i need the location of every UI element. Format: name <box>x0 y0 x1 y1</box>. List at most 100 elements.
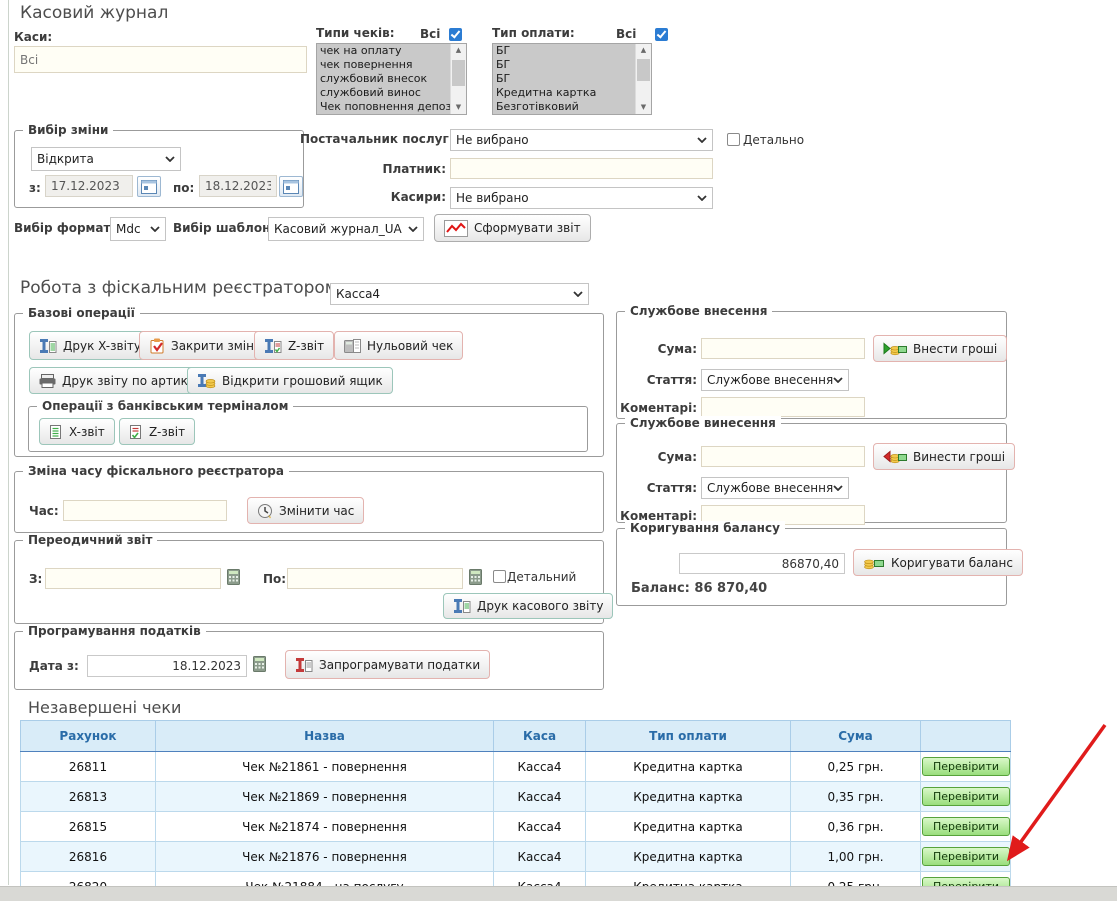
balance-amount-input[interactable] <box>679 553 845 574</box>
payment-type-option[interactable]: БГ <box>493 72 635 86</box>
shift-state-select[interactable]: Відкрита <box>31 147 181 171</box>
open-cash-drawer-button[interactable]: Відкрити грошовий ящик <box>187 367 393 394</box>
basic-operations-fieldset: Базові операції Друк X-звіту Закрити змі… <box>14 313 604 457</box>
scroll-thumb[interactable] <box>452 60 465 86</box>
zero-check-button[interactable]: Нульовий чек <box>334 331 463 360</box>
scroll-thumb[interactable] <box>637 59 650 81</box>
time-input[interactable] <box>63 500 227 521</box>
cash-in-sum-label: Сума: <box>619 342 697 356</box>
verify-button[interactable]: Перевірити <box>922 817 1010 836</box>
check-type-option[interactable]: чек повернення <box>317 58 450 72</box>
z-report-button[interactable]: Z-звіт <box>254 331 334 360</box>
check-types-scrollbar[interactable]: ▲ ▼ <box>450 44 466 114</box>
cash-in-comment-label: Коментарі: <box>619 401 697 415</box>
tax-date-label: Дата з: <box>29 659 79 673</box>
shift-to-calendar-button[interactable] <box>279 176 303 197</box>
tax-date-input[interactable] <box>87 655 247 677</box>
cash-in-article-select[interactable]: Службове внесення <box>701 369 849 391</box>
check-types-listbox[interactable]: чек на оплатучек поверненняслужбовий вне… <box>316 43 467 115</box>
periodic-to-picker-button[interactable] <box>469 569 482 589</box>
time-label: Час: <box>29 504 59 518</box>
scroll-down-icon[interactable]: ▼ <box>451 101 466 114</box>
pending-checks-header-row: РахунокНазваКасаТип оплатиСума <box>21 721 1011 752</box>
chevron-down-icon <box>697 195 707 201</box>
close-shift-button[interactable]: Закрити зміну <box>139 331 271 360</box>
payment-type-option[interactable]: Кредитна картка <box>493 86 635 100</box>
cell-action: Перевірити <box>921 782 1011 812</box>
cash-out-button[interactable]: Винести гроші <box>873 443 1015 470</box>
cash-out-sum-input[interactable] <box>701 446 865 467</box>
check-type-option[interactable]: Чек поповнення депозит <box>317 100 450 114</box>
check-type-option[interactable]: чек на оплату <box>317 44 450 58</box>
cell-name: Чек №21876 - повернення <box>156 842 494 872</box>
verify-button[interactable]: Перевірити <box>922 847 1010 866</box>
template-select[interactable]: Касовий журнал_UA <box>268 217 424 241</box>
payer-input[interactable] <box>450 158 713 179</box>
column-header: Назва <box>156 721 494 752</box>
cell-sum: 0,25 грн. <box>791 752 921 782</box>
scroll-down-icon[interactable]: ▼ <box>636 101 651 114</box>
periodic-to-input[interactable] <box>287 568 463 589</box>
change-time-button[interactable]: Змінити час <box>247 497 364 524</box>
adjust-balance-button[interactable]: Коригувати баланс <box>853 549 1023 576</box>
time-change-legend: Зміна часу фіскального реєстратора <box>23 464 289 478</box>
check-types-all-checkbox[interactable] <box>449 28 462 41</box>
check-type-option[interactable]: службовий внесок <box>317 72 450 86</box>
check-type-option[interactable]: службовий винос <box>317 86 450 100</box>
program-taxes-button[interactable]: Запрограмувати податки <box>285 650 490 679</box>
column-header: Каса <box>494 721 586 752</box>
payment-type-option[interactable]: БГ <box>493 58 635 72</box>
shift-from-label: з: <box>29 181 41 195</box>
cash-registers-input[interactable] <box>14 46 307 73</box>
scroll-up-icon[interactable]: ▲ <box>636 44 651 57</box>
cell-sum: 0,35 грн. <box>791 782 921 812</box>
fiscal-register-select[interactable]: Касса4 <box>330 283 589 305</box>
terminal-z-report-button[interactable]: Z-звіт <box>119 418 195 445</box>
cash-in-sum-input[interactable] <box>701 338 865 359</box>
scroll-up-icon[interactable]: ▲ <box>451 44 466 57</box>
periodic-from-picker-button[interactable] <box>227 569 240 589</box>
verify-button[interactable]: Перевірити <box>922 787 1010 806</box>
fiscal-section-title: Робота з фіскальним реєстратором <box>20 278 338 298</box>
cell-payment: Кредитна картка <box>586 812 791 842</box>
terminal-x-report-button[interactable]: X-звіт <box>39 418 115 445</box>
format-select[interactable]: Mdc <box>110 217 166 241</box>
cell-name: Чек №21861 - повернення <box>156 752 494 782</box>
cash-out-article-select[interactable]: Службове внесення <box>701 477 849 499</box>
clock-icon <box>257 503 273 519</box>
detailed-checkbox[interactable] <box>727 133 740 146</box>
cell-sum: 0,36 грн. <box>791 812 921 842</box>
print-cash-report-button[interactable]: Друк касового звіту <box>443 593 613 619</box>
payment-types-listbox[interactable]: БГБГБГКредитна карткаБезготівковий ▲ ▼ <box>492 43 652 115</box>
print-x-report-button[interactable]: Друк X-звіту <box>29 331 151 360</box>
cell-name: Чек №21869 - повернення <box>156 782 494 812</box>
payment-type-option[interactable]: БГ <box>493 44 635 58</box>
generate-report-button[interactable]: Сформувати звіт <box>434 214 591 242</box>
payment-types-scrollbar[interactable]: ▲ ▼ <box>635 44 651 114</box>
shift-from-calendar-button[interactable] <box>137 176 161 197</box>
shift-to-date-input[interactable] <box>199 175 277 197</box>
basic-operations-legend: Базові операції <box>23 306 140 320</box>
cell-sum: 1,00 грн. <box>791 842 921 872</box>
cell-payment: Кредитна картка <box>586 782 791 812</box>
payment-types-all-checkbox[interactable] <box>655 28 668 41</box>
chart-icon <box>444 220 468 237</box>
cash-in-comment-input[interactable] <box>701 397 865 417</box>
coins-banknote-icon <box>863 555 885 570</box>
provider-select[interactable]: Не вибрано <box>450 129 713 151</box>
cashiers-select[interactable]: Не вибрано <box>450 187 713 209</box>
periodic-to-label: По: <box>263 572 286 586</box>
cash-journal-page: Касовий журнал Каси: Типи чеків: Всі чек… <box>0 0 1117 901</box>
payer-label: Платник: <box>330 162 446 176</box>
verify-button[interactable]: Перевірити <box>922 757 1010 776</box>
periodic-from-input[interactable] <box>45 568 221 589</box>
payment-type-option[interactable]: Безготівковий <box>493 100 635 114</box>
column-header: Тип оплати <box>586 721 791 752</box>
shift-from-date-input[interactable] <box>45 175 133 197</box>
periodic-from-label: З: <box>29 572 42 586</box>
tax-date-picker-button[interactable] <box>253 656 266 676</box>
cell-account: 26816 <box>21 842 156 872</box>
cash-in-button[interactable]: Внести гроші <box>873 335 1007 362</box>
periodic-detailed-checkbox[interactable] <box>493 570 506 583</box>
table-row: 26816Чек №21876 - поверненняКасса4Кредит… <box>21 842 1011 872</box>
